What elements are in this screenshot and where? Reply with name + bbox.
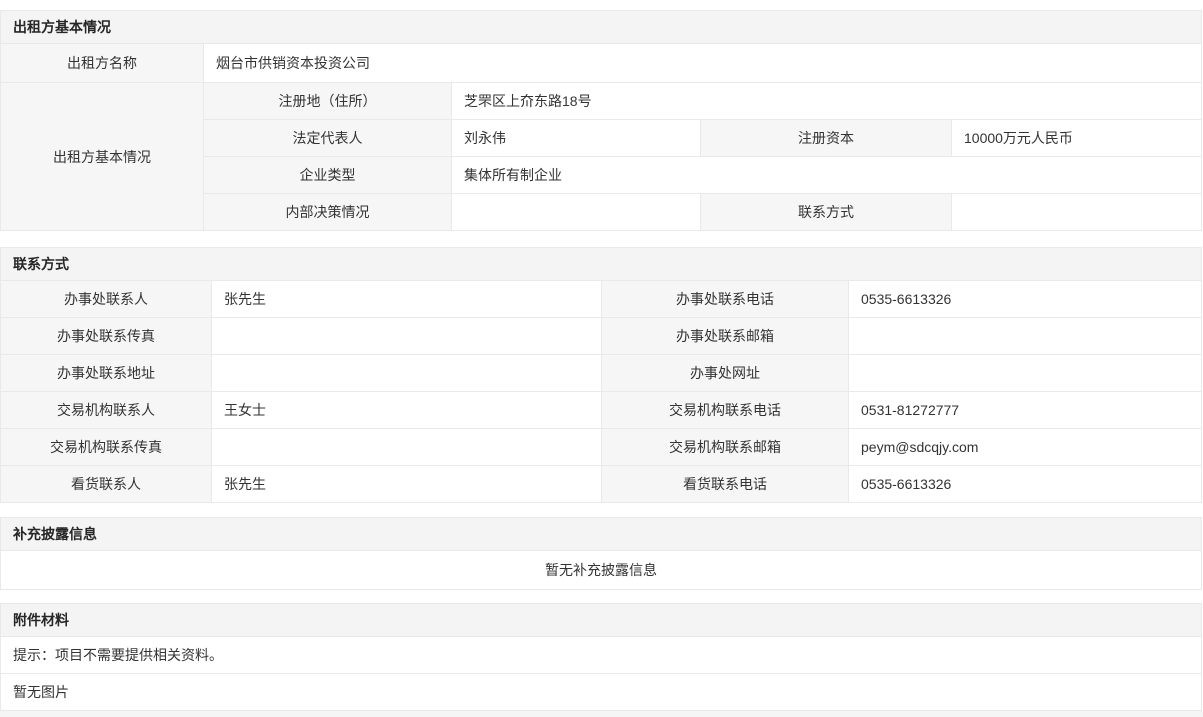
field-label: 办事处联系电话: [602, 281, 849, 317]
field-value: [952, 194, 1201, 230]
table-row: 注册地（住所） 芝罘区上夼东路18号: [204, 83, 1201, 119]
field-value: [849, 318, 1201, 354]
field-label: 交易机构联系传真: [1, 429, 212, 465]
field-value: 王女士: [212, 392, 602, 428]
attachments-tip-row: 提示：项目不需要提供相关资料。: [1, 636, 1201, 673]
attachments-no-image-row: 暂无图片: [1, 673, 1201, 710]
table-row: 看货联系人 张先生 看货联系电话 0535-6613326: [1, 465, 1201, 502]
table-row: 办事处联系地址 办事处网址: [1, 354, 1201, 391]
field-label: 看货联系人: [1, 466, 212, 502]
field-label: 内部决策情况: [204, 194, 452, 230]
section-attachments: 附件材料 提示：项目不需要提供相关资料。 暂无图片: [0, 603, 1202, 711]
field-label: 看货联系电话: [602, 466, 849, 502]
field-label: 联系方式: [701, 194, 952, 230]
field-value: 0535-6613326: [849, 281, 1201, 317]
supplement-empty-row: 暂无补充披露信息: [1, 550, 1201, 589]
field-label: 办事处联系传真: [1, 318, 212, 354]
field-value: 张先生: [212, 281, 602, 317]
field-value: [212, 429, 602, 465]
lessor-group-rows: 注册地（住所） 芝罘区上夼东路18号 法定代表人 刘永伟 注册资本 10000万…: [204, 83, 1201, 230]
table-row: 交易机构联系传真 交易机构联系邮箱 peym@sdcqjy.com: [1, 428, 1201, 465]
field-label: 法定代表人: [204, 120, 452, 156]
field-value: 张先生: [212, 466, 602, 502]
field-label: 交易机构联系邮箱: [602, 429, 849, 465]
field-value: 芝罘区上夼东路18号: [452, 83, 1201, 119]
field-label: 企业类型: [204, 157, 452, 193]
page-bottom-strip: [0, 711, 1203, 717]
field-label: 交易机构联系电话: [602, 392, 849, 428]
field-value: [212, 355, 602, 391]
field-label: 办事处网址: [602, 355, 849, 391]
lessor-group-label: 出租方基本情况: [1, 83, 204, 230]
section-lessor-basic: 出租方基本情况 出租方名称 烟台市供销资本投资公司 出租方基本情况 注册地（住所…: [0, 10, 1202, 231]
field-value: 集体所有制企业: [452, 157, 1201, 193]
section-contact: 联系方式 办事处联系人 张先生 办事处联系电话 0535-6613326 办事处…: [0, 247, 1202, 503]
field-value: peym@sdcqjy.com: [849, 429, 1201, 465]
field-label: 办事处联系地址: [1, 355, 212, 391]
field-label: 办事处联系人: [1, 281, 212, 317]
field-value: 0531-81272777: [849, 392, 1201, 428]
table-row: 内部决策情况 联系方式: [204, 193, 1201, 230]
section-supplement: 补充披露信息 暂无补充披露信息: [0, 517, 1202, 590]
lessor-name-value: 烟台市供销资本投资公司: [204, 44, 1201, 82]
table-row: 办事处联系传真 办事处联系邮箱: [1, 317, 1201, 354]
field-value: 刘永伟: [452, 120, 701, 156]
field-value: 0535-6613326: [849, 466, 1201, 502]
lessor-detail-page: 出租方基本情况 出租方名称 烟台市供销资本投资公司 出租方基本情况 注册地（住所…: [0, 0, 1203, 714]
lessor-name-label: 出租方名称: [1, 44, 204, 82]
field-value: [212, 318, 602, 354]
table-row: 企业类型 集体所有制企业: [204, 156, 1201, 193]
section-attachments-title: 附件材料: [1, 604, 1201, 636]
section-supplement-title: 补充披露信息: [1, 518, 1201, 550]
field-value: 10000万元人民币: [952, 120, 1201, 156]
table-row: 办事处联系人 张先生 办事处联系电话 0535-6613326: [1, 280, 1201, 317]
lessor-basic-group: 出租方基本情况 注册地（住所） 芝罘区上夼东路18号 法定代表人 刘永伟 注册资…: [1, 82, 1201, 230]
field-label: 注册资本: [701, 120, 952, 156]
table-row: 交易机构联系人 王女士 交易机构联系电话 0531-81272777: [1, 391, 1201, 428]
field-value: [849, 355, 1201, 391]
field-label: 注册地（住所）: [204, 83, 452, 119]
field-value: [452, 194, 701, 230]
section-contact-title: 联系方式: [1, 248, 1201, 280]
table-row: 法定代表人 刘永伟 注册资本 10000万元人民币: [204, 119, 1201, 156]
field-label: 交易机构联系人: [1, 392, 212, 428]
section-lessor-basic-title: 出租方基本情况: [1, 11, 1201, 43]
lessor-name-row: 出租方名称 烟台市供销资本投资公司: [1, 43, 1201, 82]
field-label: 办事处联系邮箱: [602, 318, 849, 354]
